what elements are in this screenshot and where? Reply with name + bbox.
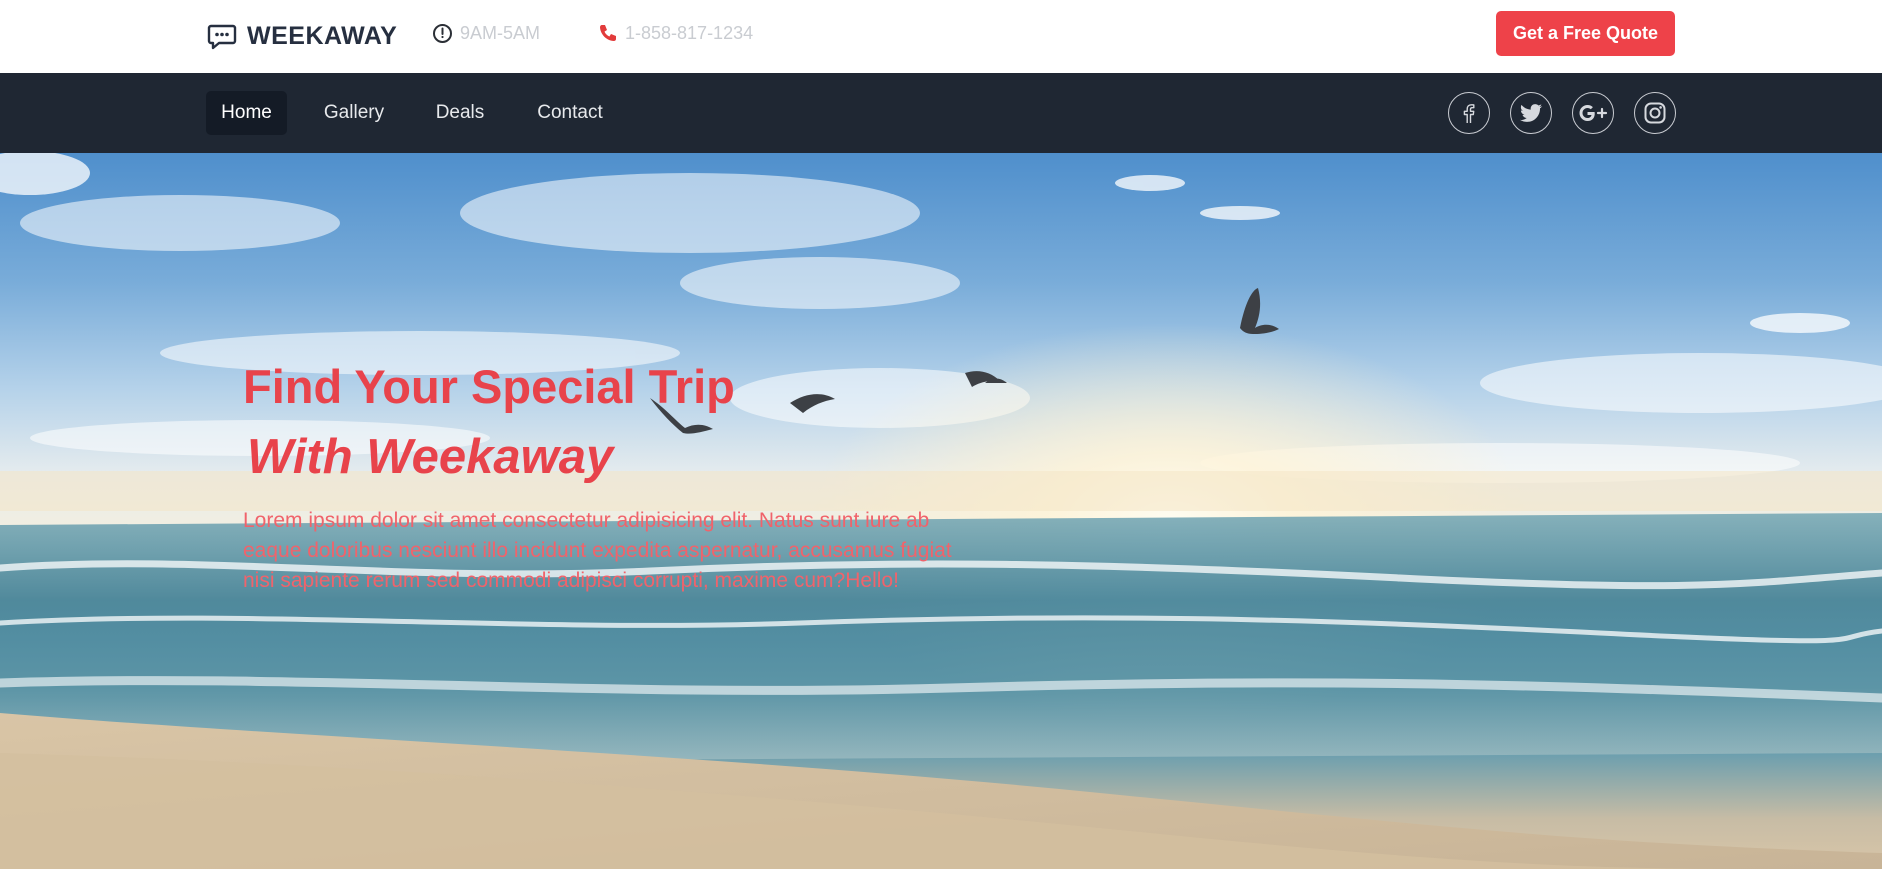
- brand-logo[interactable]: WEEKAWAY: [207, 18, 397, 54]
- brand-name: WEEKAWAY: [247, 21, 398, 50]
- hero-title: Find Your Special Trip: [243, 360, 735, 413]
- facebook-icon: [1457, 101, 1481, 125]
- phone-number[interactable]: 1-858-817-1234: [598, 20, 753, 46]
- google-plus-icon: [1578, 103, 1608, 123]
- chat-bubble-icon: [207, 21, 237, 51]
- clock-icon: [432, 23, 453, 44]
- twitter-link[interactable]: [1510, 92, 1552, 134]
- main-navbar: Home Gallery Deals Contact: [0, 73, 1882, 153]
- nav-item-deals[interactable]: Deals: [422, 91, 498, 135]
- get-quote-button[interactable]: Get a Free Quote: [1496, 11, 1675, 56]
- hero-description: Lorem ipsum dolor sit amet consectetur a…: [243, 509, 952, 592]
- hero-section: Find Your Special Trip With Weekaway Lor…: [0, 153, 1882, 869]
- phone-icon: [598, 23, 618, 43]
- phone-text: 1-858-817-1234: [625, 22, 754, 43]
- twitter-icon: [1518, 101, 1544, 125]
- nav-item-contact[interactable]: Contact: [520, 91, 620, 135]
- top-header: WEEKAWAY 9AM-5AM 1-858-817-1234 Get a Fr…: [0, 0, 1882, 73]
- business-hours: 9AM-5AM: [432, 20, 540, 46]
- nav-item-home[interactable]: Home: [206, 91, 287, 135]
- hero-subtitle: With Weekaway: [247, 430, 614, 484]
- instagram-link[interactable]: [1634, 92, 1676, 134]
- google-plus-link[interactable]: [1572, 92, 1614, 134]
- hours-text: 9AM-5AM: [460, 22, 541, 43]
- instagram-icon: [1643, 101, 1667, 125]
- facebook-link[interactable]: [1448, 92, 1490, 134]
- nav-item-gallery[interactable]: Gallery: [308, 91, 400, 135]
